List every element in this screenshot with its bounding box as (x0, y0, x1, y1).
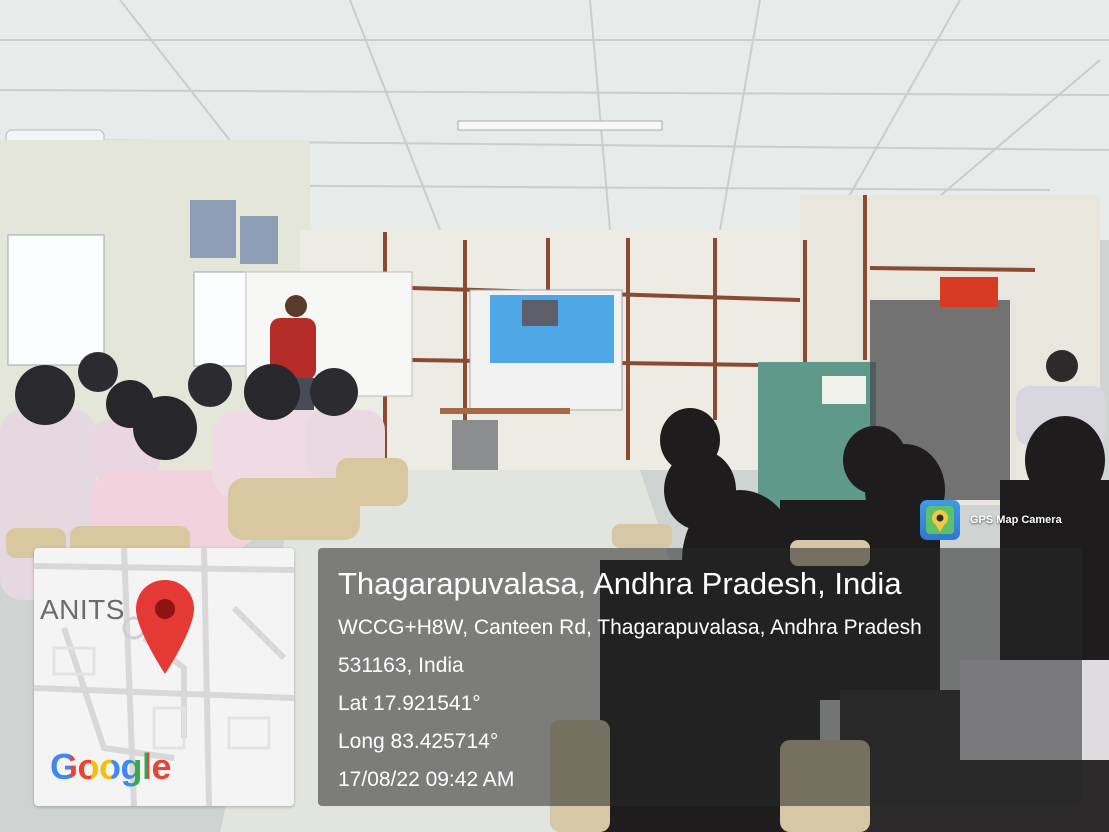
location-info-panel: Thagarapuvalasa, Andhra Pradesh, India W… (318, 548, 1082, 806)
address-line-2: 531163, India (338, 654, 464, 677)
photo-scene: GPS Map Camera ANITS Google Thagarapuval… (0, 0, 1109, 832)
map-pin-icon (136, 580, 194, 674)
gps-map-camera-icon (920, 500, 960, 540)
app-badge: GPS Map Camera (920, 500, 1062, 540)
address-line-1: WCCG+H8W, Canteen Rd, Thagarapuvalasa, A… (338, 616, 922, 639)
timestamp: 17/08/22 09:42 AM (338, 768, 515, 791)
location-title: Thagarapuvalasa, Andhra Pradesh, India (338, 566, 902, 601)
map-place-label: ANITS (40, 594, 125, 625)
google-logo: Google (50, 746, 172, 788)
google-logo-letter: Google (50, 746, 172, 787)
map-thumbnail: ANITS Google (34, 548, 294, 806)
app-name: GPS Map Camera (970, 514, 1062, 526)
longitude: Long 83.425714° (338, 730, 499, 753)
latitude: Lat 17.921541° (338, 692, 481, 715)
